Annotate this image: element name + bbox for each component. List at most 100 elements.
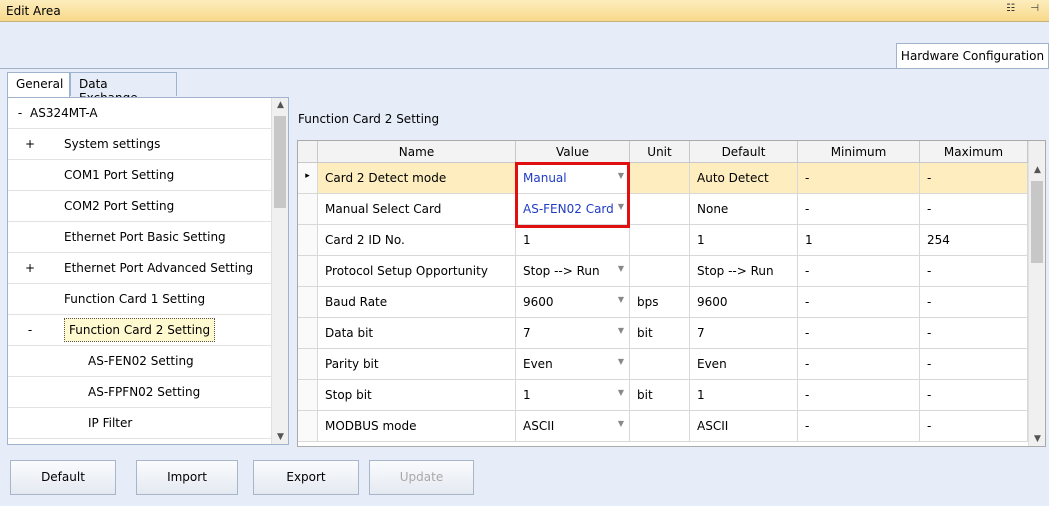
cell-text: Stop --> Run <box>523 264 600 278</box>
grid-cell: Manual Select Card <box>318 194 516 225</box>
grid-cell: - <box>920 194 1028 225</box>
cell-text: - <box>927 295 932 309</box>
row-selector[interactable] <box>298 287 318 318</box>
column-header[interactable]: Unit <box>630 141 690 163</box>
column-header[interactable]: Value <box>516 141 630 163</box>
tree-item-label: COM1 Port Setting <box>64 168 175 182</box>
pin-icon[interactable]: ☷ ⊣ <box>1006 3 1045 14</box>
scroll-down-icon[interactable]: ▼ <box>272 432 288 442</box>
grid-cell: Data bit <box>318 318 516 349</box>
row-selector[interactable] <box>298 225 318 256</box>
settings-tree: - AS324MT-A + System settings COM1 Port Sett… <box>7 97 289 445</box>
grid-cell <box>630 163 690 194</box>
tree-item[interactable]: Function Card 1 Setting <box>8 284 273 315</box>
tree-item[interactable]: Ethernet Port Basic Setting <box>8 222 273 253</box>
row-selector[interactable] <box>298 194 318 225</box>
column-header[interactable]: Maximum <box>920 141 1028 163</box>
dropdown-arrow-icon[interactable]: ▼ <box>618 295 624 304</box>
row-selector[interactable]: ▸ <box>298 163 318 194</box>
dropdown-arrow-icon[interactable]: ▼ <box>618 388 624 397</box>
cell-text: 9600 <box>523 295 554 309</box>
cell-text: Baud Rate <box>325 295 388 309</box>
cell-text: Parity bit <box>325 357 379 371</box>
cell-text: ASCII <box>523 419 555 433</box>
grid-cell: Stop bit <box>318 380 516 411</box>
row-selector[interactable] <box>298 349 318 380</box>
expand-icon[interactable]: + <box>24 261 36 275</box>
cell-text: MODBUS mode <box>325 419 417 433</box>
cell-text: 9600 <box>697 295 728 309</box>
cell-text: 1 <box>697 233 705 247</box>
grid-cell: None <box>690 194 798 225</box>
value-cell[interactable]: ASCII ▼ <box>516 411 630 442</box>
scroll-down-icon[interactable]: ▼ <box>1029 434 1045 444</box>
cell-text: - <box>927 357 932 371</box>
cell-text: - <box>805 357 810 371</box>
tree-item-label: AS-FEN02 Setting <box>88 354 194 368</box>
tab-general[interactable]: General <box>7 72 70 97</box>
cell-text: - <box>927 326 932 340</box>
row-selector[interactable] <box>298 256 318 287</box>
dropdown-arrow-icon[interactable]: ▼ <box>618 419 624 428</box>
grid-scrollbar[interactable]: ▲ ▼ <box>1028 141 1045 446</box>
grid-cell: bit <box>630 380 690 411</box>
dropdown-arrow-icon[interactable]: ▼ <box>618 357 624 366</box>
grid-cell: - <box>798 163 920 194</box>
tree-item[interactable]: AS-FPFN02 Setting <box>8 377 273 408</box>
tree-item[interactable]: - AS324MT-A <box>8 98 273 129</box>
grid-cell: Auto Detect <box>690 163 798 194</box>
tree-item[interactable]: - Function Card 2 Setting <box>8 315 273 346</box>
cell-text: Stop --> Run <box>697 264 774 278</box>
collapse-icon[interactable]: - <box>24 323 36 337</box>
tree-item-label: AS-FPFN02 Setting <box>88 385 201 399</box>
grid-cell: - <box>920 287 1028 318</box>
tree-item[interactable]: IP Filter <box>8 408 273 439</box>
cell-text: - <box>805 171 810 185</box>
grid-cell: - <box>798 380 920 411</box>
tree-item-label: System settings <box>64 137 161 151</box>
collapse-icon[interactable]: - <box>14 106 26 120</box>
value-cell[interactable]: 7 ▼ <box>516 318 630 349</box>
tree-item[interactable]: COM1 Port Setting <box>8 160 273 191</box>
value-cell[interactable]: 9600 ▼ <box>516 287 630 318</box>
dropdown-arrow-icon[interactable]: ▼ <box>618 326 624 335</box>
grid-cell <box>630 411 690 442</box>
expand-icon[interactable]: + <box>24 137 36 151</box>
scroll-thumb[interactable] <box>1031 181 1043 263</box>
default-button[interactable]: Default <box>10 460 116 495</box>
tree-scrollbar[interactable]: ▲ ▼ <box>271 98 288 444</box>
tree-item[interactable]: AS-FEN02 Setting <box>8 346 273 377</box>
value-cell[interactable]: 1 ▼ <box>516 380 630 411</box>
row-selector[interactable] <box>298 318 318 349</box>
tree-item-label: IP Filter <box>88 416 133 430</box>
column-header[interactable]: Default <box>690 141 798 163</box>
value-cell[interactable]: Even ▼ <box>516 349 630 380</box>
cell-text: - <box>805 388 810 402</box>
cell-text: - <box>805 264 810 278</box>
row-selector[interactable] <box>298 380 318 411</box>
cell-text: Even <box>523 357 553 371</box>
row-selector[interactable] <box>298 411 318 442</box>
cell-text: Stop bit <box>325 388 372 402</box>
tree-item[interactable]: COM2 Port Setting <box>8 191 273 222</box>
tab-data-exchange[interactable]: Data Exchange <box>70 72 177 105</box>
tab-hardware-configuration[interactable]: Hardware Configuration <box>896 43 1049 68</box>
cell-text: - <box>927 171 932 185</box>
column-header[interactable]: Minimum <box>798 141 920 163</box>
scroll-up-icon[interactable]: ▲ <box>1029 165 1045 175</box>
grid-cell: - <box>798 256 920 287</box>
grid-cell: Card 2 ID No. <box>318 225 516 256</box>
grid-cell: - <box>798 318 920 349</box>
value-cell[interactable]: 1 <box>516 225 630 256</box>
column-header[interactable]: Name <box>318 141 516 163</box>
import-button[interactable]: Import <box>136 460 238 495</box>
cell-text: Card 2 ID No. <box>325 233 405 247</box>
scroll-up-icon[interactable]: ▲ <box>272 100 288 110</box>
tree-item[interactable]: + Ethernet Port Advanced Setting <box>8 253 273 284</box>
value-cell[interactable]: Stop --> Run ▼ <box>516 256 630 287</box>
tree-item[interactable]: + System settings <box>8 129 273 160</box>
dropdown-arrow-icon[interactable]: ▼ <box>618 264 624 273</box>
export-button[interactable]: Export <box>253 460 359 495</box>
window-title: Edit Area <box>6 4 61 18</box>
scroll-thumb[interactable] <box>274 116 286 208</box>
